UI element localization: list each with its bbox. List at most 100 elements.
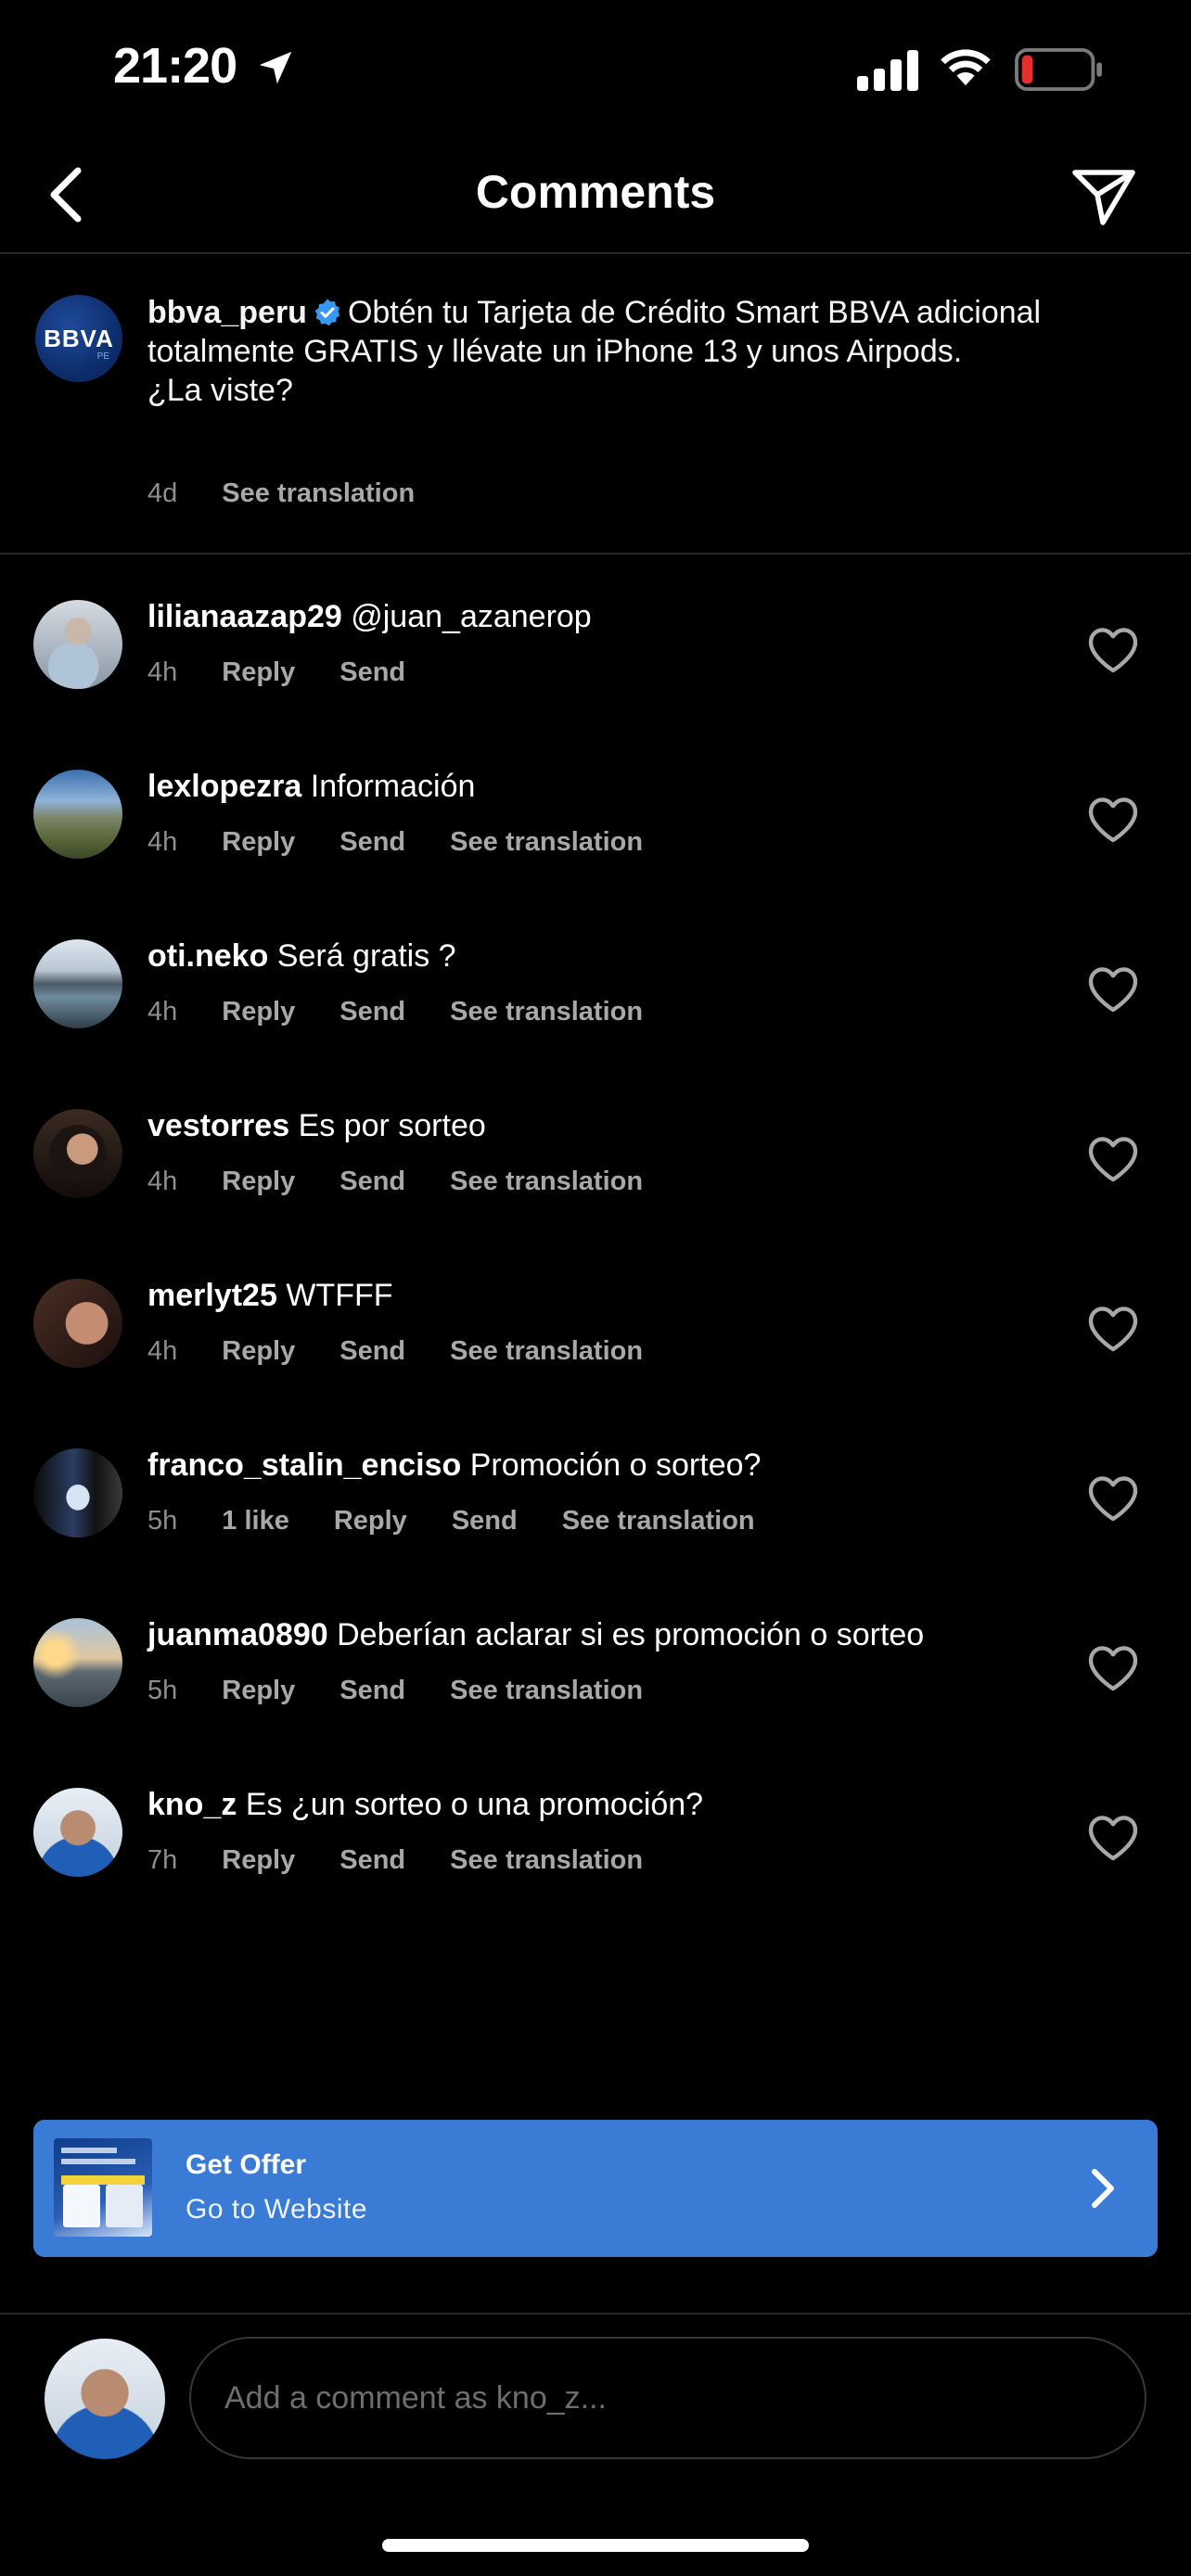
heart-icon[interactable] <box>1087 1644 1139 1692</box>
offer-subtitle: Go to Website <box>186 2194 368 2225</box>
comment-meta: 4h Reply Send See translation <box>147 1167 687 1197</box>
comment-text: Es por sorteo <box>298 1108 486 1143</box>
avatar[interactable] <box>33 1448 122 1537</box>
comment-meta: 4h Reply Send See translation <box>147 997 687 1027</box>
avatar[interactable] <box>33 1279 122 1368</box>
heart-icon[interactable] <box>1087 1814 1139 1862</box>
caption-text: bbva_peru Obtén tu Tarjeta de Crédito Sm… <box>147 293 1084 410</box>
see-translation-button[interactable]: See translation <box>562 1506 755 1536</box>
avatar[interactable]: BBVA PE <box>35 295 122 382</box>
comment-text: Es ¿un sorteo o una promoción? <box>245 1787 704 1822</box>
comment-time: 4h <box>147 657 178 687</box>
offer-title: Get Offer <box>186 2149 307 2180</box>
reply-button[interactable]: Reply <box>222 1845 295 1875</box>
see-translation-button[interactable]: See translation <box>450 1676 643 1705</box>
page-title: Comments <box>475 166 716 218</box>
avatar <box>45 2339 165 2459</box>
comment-body: oti.neko Será gratis ? <box>147 936 1061 976</box>
see-translation-button[interactable]: See translation <box>450 1845 643 1875</box>
header: Comments <box>0 139 1191 254</box>
caption-meta: 4d See translation <box>147 478 459 509</box>
comment-body: franco_stalin_enciso Promoción o sorteo? <box>147 1445 1061 1486</box>
comment-username[interactable]: oti.neko <box>147 938 268 974</box>
share-button[interactable] <box>1065 158 1143 236</box>
comment-item: kno_z Es ¿un sorteo o una promoción? 7h R… <box>0 1749 1191 1919</box>
comment-time: 4h <box>147 997 178 1027</box>
comment-username[interactable]: kno_z <box>147 1787 237 1822</box>
see-translation-button[interactable]: See translation <box>450 1167 643 1196</box>
avatar[interactable] <box>33 770 122 859</box>
post-caption: BBVA PE bbva_peru Obtén tu Tarjeta de Cr… <box>0 256 1191 555</box>
heart-icon[interactable] <box>1087 1135 1139 1183</box>
comment-username[interactable]: franco_stalin_enciso <box>147 1447 461 1483</box>
avatar[interactable] <box>33 1618 122 1707</box>
comment-item: juanma0890 Deberían aclarar si es promoc… <box>0 1579 1191 1749</box>
chevron-right-icon <box>1092 2169 1114 2208</box>
send-button[interactable]: Send <box>339 997 405 1027</box>
avatar[interactable] <box>33 1788 122 1877</box>
comment-username[interactable]: vestorres <box>147 1108 289 1143</box>
reply-button[interactable]: Reply <box>222 997 295 1027</box>
comment-username[interactable]: juanma0890 <box>147 1617 328 1652</box>
comment-time: 4h <box>147 1167 178 1196</box>
comment-time: 5h <box>147 1676 178 1705</box>
comment-username[interactable]: lilianaazap29 <box>147 599 342 634</box>
heart-icon[interactable] <box>1087 1474 1139 1523</box>
comment-item: lilianaazap29 @juan_azanerop 4h Reply Send <box>0 561 1191 731</box>
comment-meta: 5h 1 like Reply Send See translation <box>147 1506 800 1537</box>
heart-icon[interactable] <box>1087 626 1139 674</box>
reply-button[interactable]: Reply <box>222 1336 295 1366</box>
heart-icon[interactable] <box>1087 965 1139 1014</box>
reply-button[interactable]: Reply <box>334 1506 407 1536</box>
comment-input[interactable] <box>189 2337 1146 2459</box>
reply-button[interactable]: Reply <box>222 827 295 857</box>
home-indicator[interactable] <box>382 2539 809 2552</box>
comment-body: kno_z Es ¿un sorteo o una promoción? <box>147 1784 1061 1825</box>
comment-item: lexlopezra Información 4h Reply Send See tr… <box>0 731 1191 900</box>
caption-username[interactable]: bbva_peru <box>147 295 307 330</box>
caption-time: 4d <box>147 478 178 508</box>
comment-meta: 4h Reply Send See translation <box>147 827 687 858</box>
comment-body: merlyt25 WTFFF <box>147 1275 1061 1316</box>
comment-meta: 4h Reply Send <box>147 657 450 688</box>
see-translation-button[interactable]: See translation <box>450 1336 643 1366</box>
offer-thumbnail <box>54 2138 152 2237</box>
cellular-signal-icon <box>857 50 918 91</box>
send-button[interactable]: Send <box>452 1506 518 1536</box>
send-button[interactable]: Send <box>339 1167 405 1196</box>
send-button[interactable]: Send <box>339 1336 405 1366</box>
bbva-logo-sub: PE <box>96 351 109 362</box>
like-count[interactable]: 1 like <box>222 1506 289 1536</box>
comment-item: merlyt25 WTFFF 4h Reply Send See translatio… <box>0 1240 1191 1409</box>
send-button[interactable]: Send <box>339 1845 405 1875</box>
comment-username[interactable]: lexlopezra <box>147 769 301 804</box>
comment-body: juanma0890 Deberían aclarar si es promoc… <box>147 1614 1061 1655</box>
see-translation-button[interactable]: See translation <box>450 997 643 1027</box>
send-button[interactable]: Send <box>339 1676 405 1705</box>
avatar[interactable] <box>33 1109 122 1198</box>
comment-meta: 7h Reply Send See translation <box>147 1845 687 1876</box>
comment-meta: 5h Reply Send See translation <box>147 1676 687 1706</box>
status-time: 21:20 <box>113 38 237 94</box>
reply-button[interactable]: Reply <box>222 657 295 687</box>
comment-username[interactable]: merlyt25 <box>147 1278 277 1313</box>
comment-text: @juan_azanerop <box>351 599 592 634</box>
see-translation-button[interactable]: See translation <box>222 478 415 508</box>
comment-body: lilianaazap29 @juan_azanerop <box>147 596 1061 637</box>
see-translation-button[interactable]: See translation <box>450 827 643 857</box>
heart-icon[interactable] <box>1087 1305 1139 1353</box>
send-button[interactable]: Send <box>339 657 405 687</box>
avatar[interactable] <box>33 939 122 1028</box>
comment-time: 4h <box>147 827 178 857</box>
comment-meta: 4h Reply Send See translation <box>147 1336 687 1367</box>
reply-button[interactable]: Reply <box>222 1676 295 1705</box>
heart-icon[interactable] <box>1087 796 1139 844</box>
battery-low-icon <box>1015 48 1102 91</box>
send-button[interactable]: Send <box>339 827 405 857</box>
get-offer-banner[interactable]: Get Offer Go to Website <box>33 2120 1158 2257</box>
comment-item: vestorres Es por sorteo 4h Reply Send See t… <box>0 1070 1191 1240</box>
avatar[interactable] <box>33 600 122 689</box>
comment-item: franco_stalin_enciso Promoción o sorteo?… <box>0 1409 1191 1579</box>
reply-button[interactable]: Reply <box>222 1167 295 1196</box>
status-bar: 21:20 <box>0 0 1191 139</box>
